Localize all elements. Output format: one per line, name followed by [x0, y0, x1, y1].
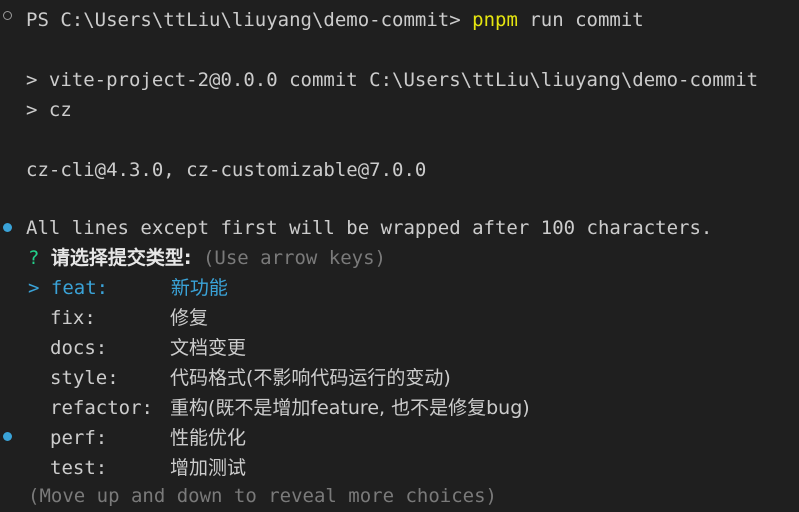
- choice-style[interactable]: style: 代码格式(不影响代码运行的变动): [50, 363, 451, 393]
- choice-key: refactor:: [50, 397, 153, 419]
- choice-key: test:: [50, 457, 108, 479]
- command-status-icon: [3, 11, 12, 20]
- prompt-line: PS C:\Users\ttLiu\liuyang\demo-commit> p…: [26, 5, 644, 35]
- selection-pointer-icon: >: [28, 277, 40, 299]
- question-text: 请选择提交类型:: [50, 247, 192, 269]
- choice-key: perf:: [50, 427, 108, 449]
- question-line: ? 请选择提交类型: (Use arrow keys): [28, 243, 386, 273]
- question-hint: (Use arrow keys): [202, 247, 386, 269]
- choice-desc: 修复: [170, 307, 209, 329]
- prompt-path: PS C:\Users\ttLiu\liuyang\demo-commit>: [26, 9, 461, 31]
- choice-desc: 新功能: [170, 277, 228, 299]
- choice-desc: 文档变更: [170, 337, 247, 359]
- choice-key: docs:: [50, 337, 108, 359]
- choice-key: style:: [50, 367, 119, 389]
- choice-perf[interactable]: perf: 性能优化: [50, 423, 246, 453]
- script-line-2: > cz: [26, 99, 72, 121]
- notice-line: All lines except first will be wrapped a…: [26, 217, 713, 239]
- terminal-window[interactable]: PS C:\Users\ttLiu\liuyang\demo-commit> p…: [0, 0, 799, 512]
- info-dot-icon: [3, 223, 12, 232]
- choice-docs[interactable]: docs: 文档变更: [50, 333, 246, 363]
- question-mark-icon: ?: [28, 247, 40, 269]
- choice-desc: 重构(既不是增加feature, 也不是修复bug): [170, 397, 530, 419]
- script-line-1: > vite-project-2@0.0.0 commit C:\Users\t…: [26, 69, 759, 91]
- choice-desc: 性能优化: [170, 427, 247, 449]
- choice-fix[interactable]: fix: 修复: [50, 303, 208, 333]
- choice-refactor[interactable]: refactor: 重构(既不是增加feature, 也不是修复bug): [50, 393, 530, 423]
- versions-line: cz-cli@4.3.0, cz-customizable@7.0.0: [26, 159, 427, 181]
- info-dot-icon: [3, 432, 12, 441]
- choice-key: feat:: [50, 277, 109, 299]
- choice-test[interactable]: test: 增加测试: [50, 453, 246, 483]
- footer-hint: (Move up and down to reveal more choices…: [28, 485, 497, 507]
- command-args: run commit: [529, 9, 644, 31]
- choice-feat[interactable]: > feat: 新功能: [28, 273, 228, 303]
- choice-key: fix:: [50, 307, 96, 329]
- choice-desc: 代码格式(不影响代码运行的变动): [170, 367, 451, 389]
- command-name: pnpm: [472, 9, 518, 31]
- choice-desc: 增加测试: [170, 457, 247, 479]
